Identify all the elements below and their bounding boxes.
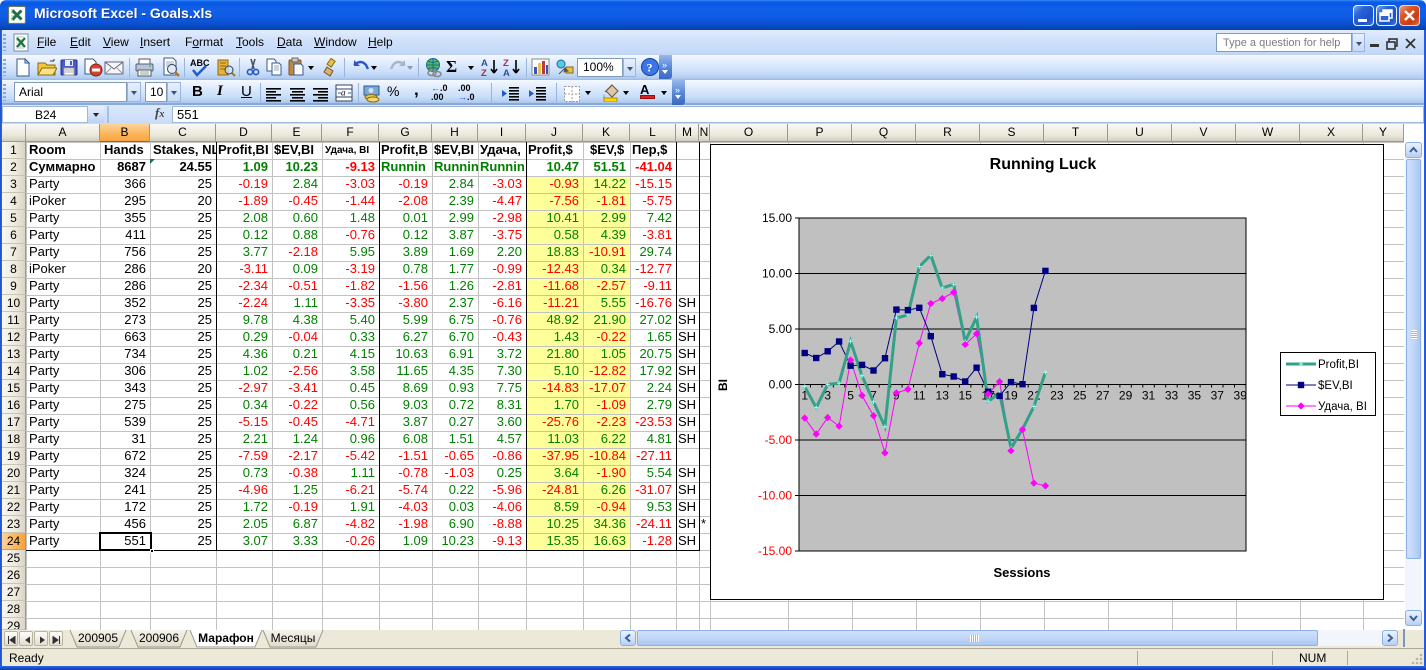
svg-text:ABC: ABC	[190, 58, 210, 68]
svg-text:?: ?	[647, 61, 653, 75]
svg-text:27: 27	[1096, 389, 1110, 403]
svg-text:29: 29	[1119, 389, 1133, 403]
svg-text:15.00: 15.00	[762, 211, 792, 225]
svg-text:10.00: 10.00	[762, 267, 792, 281]
svg-text:19: 19	[1004, 389, 1018, 403]
svg-text:5: 5	[847, 389, 854, 403]
svg-text:23: 23	[1050, 389, 1064, 403]
svg-text:31: 31	[1142, 389, 1156, 403]
svg-text:33: 33	[1165, 389, 1179, 403]
svg-text:Удача, BI: Удача, BI	[1318, 401, 1367, 413]
svg-text:-15.00: -15.00	[758, 544, 792, 558]
svg-text:Running Luck: Running Luck	[990, 156, 1097, 173]
svg-text:0.00: 0.00	[769, 378, 793, 392]
svg-text:Sessions: Sessions	[993, 565, 1050, 580]
svg-text:39: 39	[1234, 389, 1248, 403]
svg-text:5.00: 5.00	[769, 322, 793, 336]
svg-text:15: 15	[959, 389, 973, 403]
svg-text:13: 13	[936, 389, 950, 403]
svg-text:35: 35	[1188, 389, 1202, 403]
svg-text:a: a	[341, 88, 346, 98]
svg-text:BI: BI	[716, 379, 730, 391]
svg-text:-5.00: -5.00	[765, 433, 793, 447]
svg-text:25: 25	[1073, 389, 1087, 403]
svg-text:-10.00: -10.00	[758, 489, 792, 503]
svg-text:37: 37	[1211, 389, 1225, 403]
svg-text:Z: Z	[481, 68, 487, 78]
svg-text:A: A	[503, 68, 510, 78]
svg-text:Profit,BI: Profit,BI	[1318, 359, 1359, 371]
svg-text:$EV,BI: $EV,BI	[1318, 380, 1353, 392]
svg-text:11: 11	[913, 389, 926, 403]
